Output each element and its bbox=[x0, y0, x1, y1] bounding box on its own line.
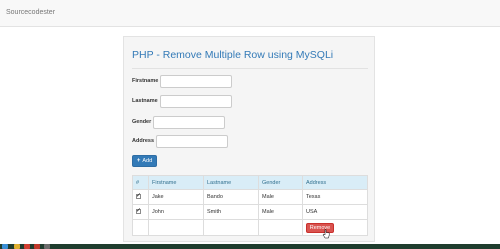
header-gender: Gender bbox=[258, 175, 303, 190]
firstname-label: Firstname bbox=[132, 78, 159, 84]
main-panel: PHP - Remove Multiple Row using MySQLi F… bbox=[123, 36, 375, 242]
row-checkbox[interactable] bbox=[136, 207, 141, 214]
browser-icon[interactable] bbox=[24, 244, 30, 249]
address-label: Address bbox=[132, 138, 155, 144]
cell-gender: Male bbox=[258, 189, 303, 205]
cell-lastname: Bando bbox=[203, 189, 259, 205]
brand-link[interactable]: Sourcecodester bbox=[6, 9, 55, 16]
header-firstname: Firstname bbox=[148, 175, 204, 190]
gender-row: Gender bbox=[132, 115, 226, 129]
add-button-label: Add bbox=[142, 158, 153, 164]
gender-label: Gender bbox=[132, 119, 152, 125]
explorer-icon[interactable] bbox=[14, 244, 20, 249]
hand-cursor-icon bbox=[322, 228, 330, 238]
gender-input[interactable] bbox=[153, 115, 226, 129]
page-title: PHP - Remove Multiple Row using MySQLi bbox=[132, 49, 334, 61]
header-lastname: Lastname bbox=[203, 175, 259, 190]
os-taskbar bbox=[0, 244, 500, 249]
firstname-row: Firstname bbox=[132, 74, 233, 88]
cell-lastname: Smith bbox=[203, 204, 259, 220]
cell-address: Texas bbox=[302, 189, 368, 205]
cell-address: USA bbox=[302, 204, 368, 220]
lastname-label: Lastname bbox=[132, 98, 158, 104]
cell-gender: Male bbox=[258, 204, 303, 220]
row-checkbox[interactable] bbox=[136, 192, 141, 199]
add-button[interactable]: + Add bbox=[132, 155, 157, 167]
table-row: Jake Bando Male Texas bbox=[132, 189, 368, 205]
lastname-input[interactable] bbox=[159, 94, 232, 108]
app-icon[interactable] bbox=[34, 244, 40, 249]
cell-firstname: Jake bbox=[148, 189, 204, 205]
header-number: # bbox=[132, 175, 149, 190]
members-table: # Firstname Lastname Gender Address Jake… bbox=[132, 175, 368, 238]
plus-icon: + bbox=[136, 158, 141, 164]
title-divider bbox=[132, 68, 368, 69]
table-row: John Smith Male USA bbox=[132, 204, 368, 220]
remove-button[interactable]: Remove bbox=[306, 222, 334, 238]
start-icon[interactable] bbox=[2, 244, 8, 249]
top-navbar: Sourcecodester bbox=[0, 0, 500, 27]
row-checkbox-cell bbox=[132, 189, 149, 205]
table-header-row: # Firstname Lastname Gender Address bbox=[132, 175, 368, 190]
lastname-row: Lastname bbox=[132, 94, 232, 108]
firstname-input[interactable] bbox=[160, 74, 233, 88]
table-footer-row: Remove bbox=[132, 219, 368, 238]
app-icon[interactable] bbox=[44, 244, 50, 249]
cell-firstname: John bbox=[148, 204, 204, 220]
header-address: Address bbox=[302, 175, 368, 190]
address-row: Address bbox=[132, 134, 229, 148]
row-checkbox-cell bbox=[132, 204, 149, 220]
address-input[interactable] bbox=[156, 134, 229, 148]
